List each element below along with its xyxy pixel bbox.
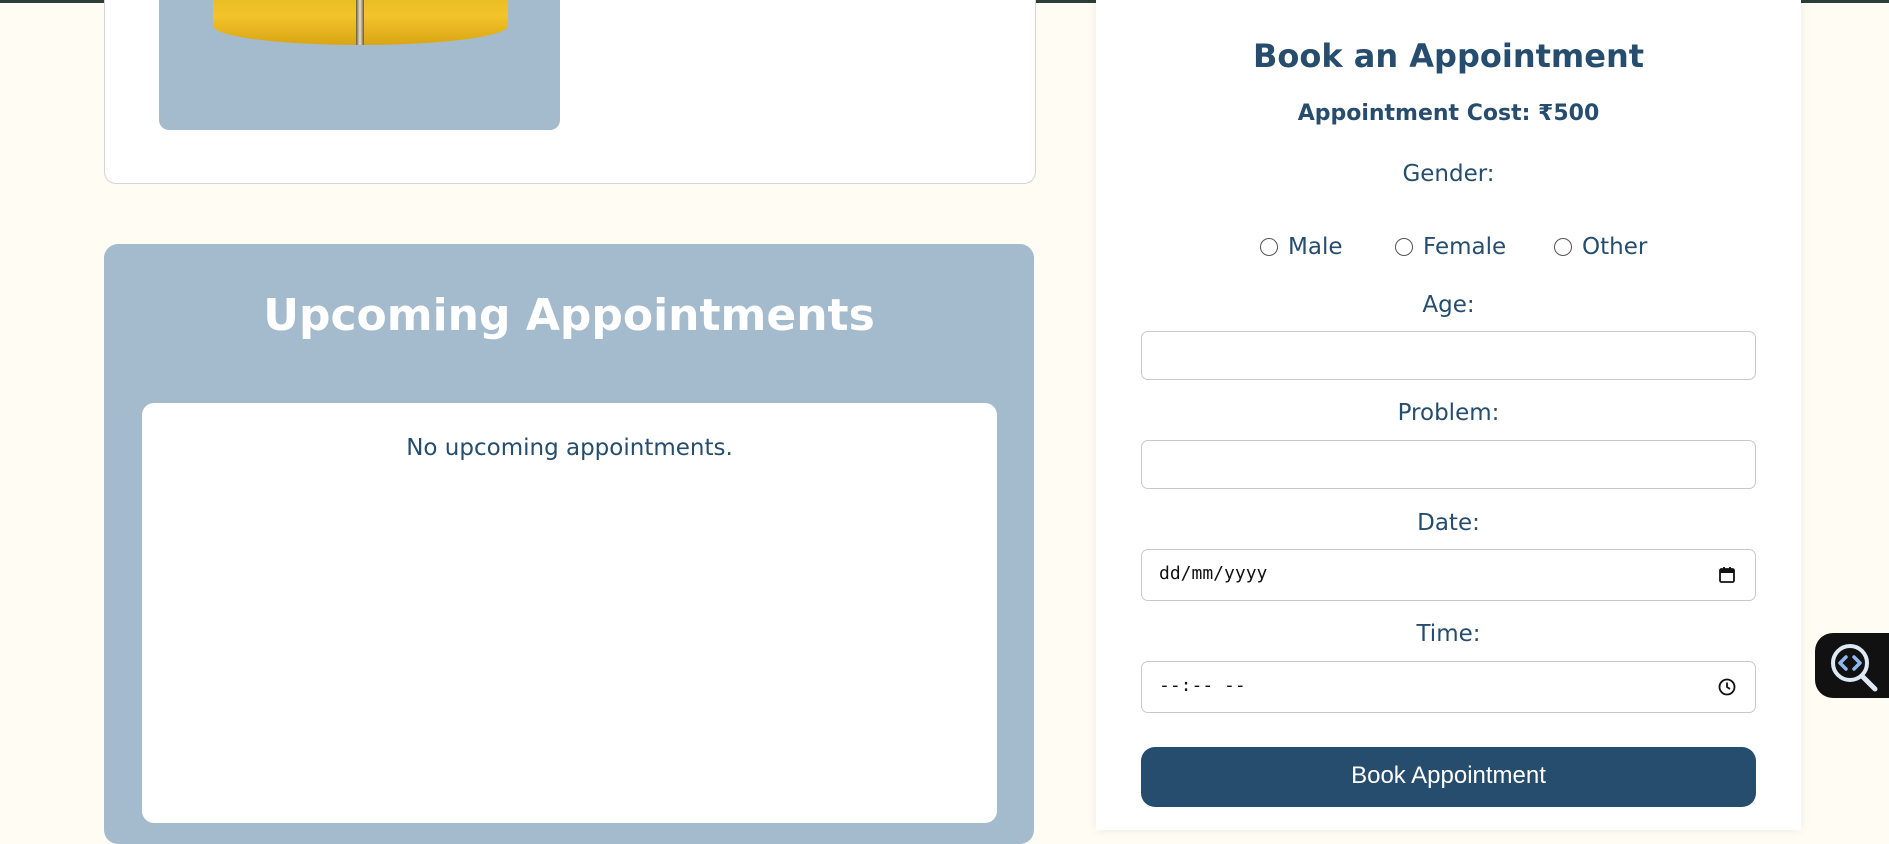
profile-card <box>104 0 1036 184</box>
gender-radio-group: Male Female Other <box>1096 232 1801 262</box>
upcoming-appointments-list: No upcoming appointments. <box>142 403 997 823</box>
calendar-icon[interactable] <box>1717 565 1737 585</box>
upcoming-appointments-section: Upcoming Appointments No upcoming appoin… <box>104 244 1034 844</box>
time-placeholder: --:-- -- <box>1159 675 1246 696</box>
booking-title: Book an Appointment <box>1252 37 1645 75</box>
code-search-icon <box>1831 644 1878 692</box>
jacket-zipper <box>356 0 364 45</box>
gender-label: Gender: <box>1402 161 1495 187</box>
upcoming-appointments-title: Upcoming Appointments <box>263 290 875 341</box>
profile-photo-frame <box>159 0 560 130</box>
problem-label: Problem: <box>1397 400 1500 426</box>
age-input[interactable] <box>1141 331 1756 380</box>
appointment-cost: Appointment Cost: ₹500 <box>1297 101 1600 126</box>
problem-input[interactable] <box>1141 440 1756 489</box>
gender-other-option[interactable]: Other <box>1554 232 1647 262</box>
date-input[interactable]: dd/mm/yyyy <box>1141 549 1756 601</box>
gender-male-radio[interactable] <box>1260 238 1278 256</box>
date-placeholder: dd/mm/yyyy <box>1159 563 1268 584</box>
clock-icon[interactable] <box>1717 677 1737 697</box>
empty-state-message: No upcoming appointments. <box>406 435 733 461</box>
gender-other-label: Other <box>1582 234 1648 260</box>
gender-male-label: Male <box>1288 234 1343 260</box>
booking-form: Book an Appointment Appointment Cost: ₹5… <box>1096 0 1801 830</box>
floating-tool-button[interactable] <box>1815 633 1889 698</box>
age-label: Age: <box>1422 292 1475 318</box>
time-input[interactable]: --:-- -- <box>1141 661 1756 713</box>
gender-female-label: Female <box>1423 234 1507 260</box>
book-appointment-button[interactable]: Book Appointment <box>1141 747 1756 807</box>
gender-female-option[interactable]: Female <box>1395 232 1506 262</box>
gender-male-option[interactable]: Male <box>1260 232 1342 262</box>
profile-photo <box>213 0 508 45</box>
gender-other-radio[interactable] <box>1554 238 1572 256</box>
time-label: Time: <box>1416 621 1481 647</box>
date-label: Date: <box>1417 510 1480 536</box>
gender-female-radio[interactable] <box>1395 238 1413 256</box>
